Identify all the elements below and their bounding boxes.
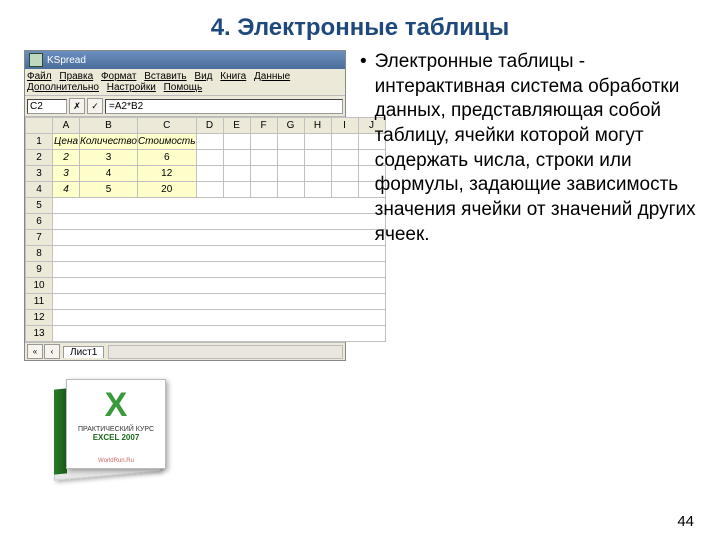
cell[interactable] xyxy=(223,134,250,150)
app-icon xyxy=(29,53,43,67)
cell[interactable] xyxy=(53,294,386,310)
book-logo: X xyxy=(105,388,128,422)
col-header[interactable]: A xyxy=(53,118,80,134)
bullet-dot-icon: • xyxy=(360,50,367,248)
menu-extra[interactable]: Дополнительно xyxy=(27,82,99,93)
cell[interactable]: Количество xyxy=(80,134,138,150)
cell[interactable] xyxy=(53,246,386,262)
menu-insert[interactable]: Вставить xyxy=(144,71,186,82)
window-titlebar: KSpread xyxy=(25,51,345,69)
book-site: WorldRun.Ru xyxy=(98,458,134,464)
row-header[interactable]: 7 xyxy=(26,230,53,246)
cell[interactable]: 3 xyxy=(53,166,80,182)
cell[interactable] xyxy=(53,310,386,326)
cell[interactable]: Цена xyxy=(53,134,80,150)
cell[interactable]: 12 xyxy=(137,166,196,182)
corner-cell[interactable] xyxy=(26,118,53,134)
menu-help[interactable]: Помощь xyxy=(164,82,203,93)
sheet-tab[interactable]: Лист1 xyxy=(63,346,104,358)
cell[interactable] xyxy=(277,166,304,182)
excel-book-image: X ПРАКТИЧЕСКИЙ КУРС EXCEL 2007 WorldRun.… xyxy=(54,379,184,479)
cell[interactable] xyxy=(250,182,277,198)
accept-icon[interactable]: ✓ xyxy=(87,98,103,114)
cell[interactable]: 4 xyxy=(80,166,138,182)
row-header[interactable]: 3 xyxy=(26,166,53,182)
cell[interactable] xyxy=(53,214,386,230)
cell[interactable] xyxy=(223,166,250,182)
cell[interactable] xyxy=(196,166,223,182)
cell[interactable] xyxy=(53,230,386,246)
menu-book[interactable]: Книга xyxy=(220,71,246,82)
horizontal-scrollbar[interactable] xyxy=(108,345,343,359)
cell[interactable] xyxy=(250,166,277,182)
row-header[interactable]: 6 xyxy=(26,214,53,230)
page-number: 44 xyxy=(677,513,694,530)
menubar: Файл Правка Формат Вставить Вид Книга Да… xyxy=(25,69,345,96)
col-header[interactable]: H xyxy=(304,118,331,134)
cell[interactable] xyxy=(304,166,331,182)
cell[interactable] xyxy=(53,198,386,214)
menu-view[interactable]: Вид xyxy=(194,71,212,82)
menu-edit[interactable]: Правка xyxy=(59,71,93,82)
cell[interactable]: 2 xyxy=(53,150,80,166)
row-header[interactable]: 1 xyxy=(26,134,53,150)
cell[interactable] xyxy=(277,182,304,198)
cell[interactable] xyxy=(223,150,250,166)
cell[interactable]: 5 xyxy=(80,182,138,198)
row-header[interactable]: 11 xyxy=(26,294,53,310)
cell[interactable]: 6 xyxy=(137,150,196,166)
row-header[interactable]: 12 xyxy=(26,310,53,326)
slide-title: 4. Электронные таблицы xyxy=(24,14,696,42)
cell[interactable] xyxy=(53,278,386,294)
row-header[interactable]: 9 xyxy=(26,262,53,278)
row-header[interactable]: 4 xyxy=(26,182,53,198)
tab-nav-prev-icon[interactable]: ‹ xyxy=(44,344,60,359)
row-header[interactable]: 13 xyxy=(26,326,53,342)
cell[interactable]: 4 xyxy=(53,182,80,198)
col-header[interactable]: G xyxy=(277,118,304,134)
col-header[interactable]: B xyxy=(80,118,138,134)
menu-settings[interactable]: Настройки xyxy=(107,82,156,93)
col-header[interactable]: C xyxy=(137,118,196,134)
cell[interactable] xyxy=(304,134,331,150)
bullet-text: Электронные таблицы - интерактивная сист… xyxy=(375,50,696,248)
row-header[interactable]: 10 xyxy=(26,278,53,294)
cell[interactable] xyxy=(196,150,223,166)
book-title: EXCEL 2007 xyxy=(93,433,140,442)
cell[interactable]: 3 xyxy=(80,150,138,166)
cell[interactable] xyxy=(53,262,386,278)
col-header[interactable]: F xyxy=(250,118,277,134)
menu-file[interactable]: Файл xyxy=(27,71,52,82)
row-header[interactable]: 5 xyxy=(26,198,53,214)
col-header[interactable]: D xyxy=(196,118,223,134)
book-subtitle: ПРАКТИЧЕСКИЙ КУРС xyxy=(78,426,154,433)
cell[interactable] xyxy=(196,134,223,150)
cell-reference[interactable]: C2 xyxy=(27,99,67,114)
app-name: KSpread xyxy=(47,55,86,66)
cell[interactable] xyxy=(250,150,277,166)
cancel-icon[interactable]: ✗ xyxy=(69,98,85,114)
menu-format[interactable]: Формат xyxy=(101,71,137,82)
formula-bar: C2 ✗ ✓ =A2*B2 xyxy=(25,96,345,117)
spreadsheet-window: KSpread Файл Правка Формат Вставить Вид … xyxy=(24,50,346,361)
cell[interactable] xyxy=(196,182,223,198)
cell[interactable] xyxy=(250,134,277,150)
cell[interactable] xyxy=(53,326,386,342)
spreadsheet-grid: A B C D E F G H I J 1 Цена Количес xyxy=(25,117,386,342)
cell[interactable] xyxy=(304,150,331,166)
cell[interactable] xyxy=(277,134,304,150)
cell[interactable] xyxy=(223,182,250,198)
row-header[interactable]: 2 xyxy=(26,150,53,166)
row-header[interactable]: 8 xyxy=(26,246,53,262)
sheet-tab-bar: « ‹ Лист1 xyxy=(25,342,345,360)
menu-data[interactable]: Данные xyxy=(254,71,290,82)
formula-input[interactable]: =A2*B2 xyxy=(105,99,343,114)
col-header[interactable]: E xyxy=(223,118,250,134)
cell[interactable] xyxy=(304,182,331,198)
tab-nav-first-icon[interactable]: « xyxy=(27,344,43,359)
cell[interactable] xyxy=(277,150,304,166)
cell[interactable]: 20 xyxy=(137,182,196,198)
bullet-item: • Электронные таблицы - интерактивная си… xyxy=(360,50,696,248)
cell[interactable]: Стоимость xyxy=(137,134,196,150)
